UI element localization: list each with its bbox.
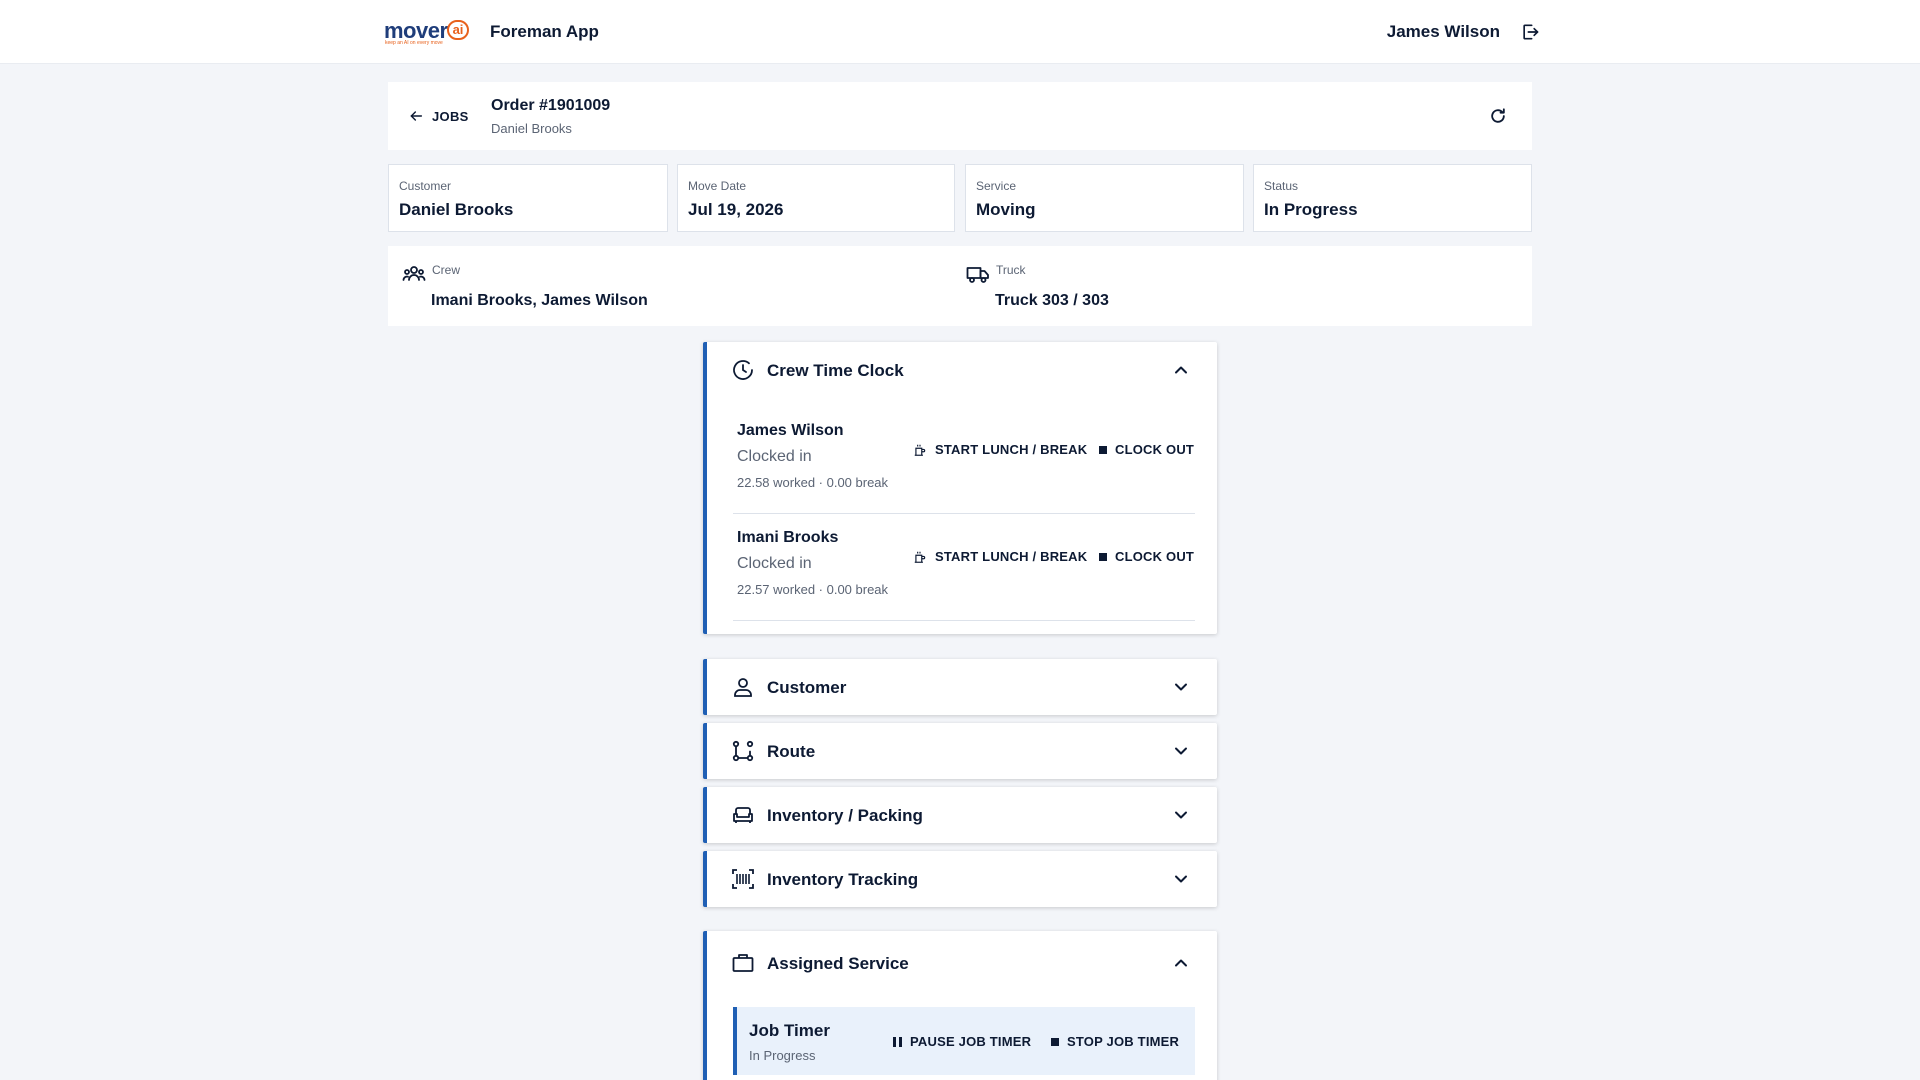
crew-member-name: Imani Brooks [737,529,839,546]
panel-title: Inventory Tracking [767,870,919,889]
crew-member-status: Clocked in [737,555,812,572]
panel-title: Customer [767,678,847,697]
group-icon [402,266,426,281]
barcode-icon [732,869,754,889]
status-tile: Status In Progress [1253,164,1532,232]
crew-label: Crew [432,263,461,277]
tile-value: In Progress [1264,200,1358,219]
crew-member-hours: 22.57 worked · 0.00 break [737,582,889,597]
order-title: Order #1901009 [491,97,611,114]
crew-value: Imani Brooks, James Wilson [431,292,648,309]
crew-time-clock-header[interactable]: Crew Time Clock [707,342,1217,398]
move-date-tile: Move Date Jul 19, 2026 [677,164,955,232]
arrow-left-icon [410,111,423,121]
app-bar: mover ai keep an AI on every move Forema… [0,0,1920,64]
logout-icon[interactable] [1520,22,1540,42]
panel-title: Route [767,742,816,761]
stop-label: STOP JOB TIMER [1067,1034,1180,1049]
panel-title: Crew Time Clock [767,361,904,380]
start-break-label: START LUNCH / BREAK [935,442,1088,457]
clock-out-label: CLOCK OUT [1115,549,1195,564]
refresh-icon[interactable] [1488,106,1508,126]
crew-member-row: Imani Brooks Clocked in 22.57 worked · 0… [733,515,1195,621]
inventory-packing-panel-header[interactable]: Inventory / Packing [707,787,1217,843]
assigned-service-panel: Assigned Service Job Timer In Progress P… [703,931,1217,1080]
assigned-service-header[interactable]: Assigned Service [707,931,1217,991]
job-timer-status: In Progress [749,1048,816,1063]
chevron-up-icon[interactable] [1171,953,1191,973]
tile-label: Status [1264,179,1299,193]
briefcase-icon [732,954,754,972]
tile-value: Moving [976,200,1036,219]
meal-icon [914,444,926,456]
start-lunch-break-button[interactable]: START LUNCH / BREAK [913,549,1087,564]
tile-label: Service [976,179,1017,193]
inventory-tracking-panel: Inventory Tracking [703,851,1217,907]
logo-ai-badge: ai [447,20,469,40]
tile-label: Customer [399,179,452,193]
panel-title: Assigned Service [767,954,909,973]
sofa-icon [733,807,753,823]
crew-member-row: James Wilson Clocked in 22.58 worked · 0… [733,408,1195,514]
route-icon [732,740,754,762]
stop-icon [1051,1037,1059,1046]
clock-icon [733,360,753,380]
crew-member-name: James Wilson [737,422,844,439]
inventory-tracking-panel-header[interactable]: Inventory Tracking [707,851,1217,907]
back-to-jobs-button[interactable]: JOBS [408,104,469,128]
stop-icon [1099,445,1107,454]
chevron-down-icon[interactable] [1171,869,1191,889]
service-tile: Service Moving [965,164,1244,232]
crew-member-hours: 22.58 worked · 0.00 break [737,475,889,490]
stop-job-timer-button[interactable]: STOP JOB TIMER [1051,1034,1179,1049]
truck-value: Truck 303 / 303 [995,292,1109,309]
pause-label: PAUSE JOB TIMER [910,1034,1032,1049]
start-lunch-break-button[interactable]: START LUNCH / BREAK [913,442,1087,457]
crew-truck-card: Crew Imani Brooks, James Wilson Truck Tr… [388,246,1532,326]
user-name: James Wilson [1386,22,1500,41]
logo-tagline: keep an AI on every move [385,40,443,46]
start-break-label: START LUNCH / BREAK [935,549,1088,564]
clock-out-button[interactable]: CLOCK OUT [1099,442,1194,457]
chevron-down-icon[interactable] [1171,677,1191,697]
job-timer-card: Job Timer In Progress PAUSE JOB TIMER ST… [733,1007,1195,1075]
person-icon [734,678,752,697]
clock-out-label: CLOCK OUT [1115,442,1195,457]
truck-icon [966,267,989,283]
pause-job-timer-button[interactable]: PAUSE JOB TIMER [893,1034,1031,1049]
customer-panel: Customer [703,659,1217,715]
route-panel-header[interactable]: Route [707,723,1217,779]
movera-logo[interactable]: mover ai keep an AI on every move [384,18,469,46]
tile-label: Move Date [688,179,747,193]
pause-icon [893,1036,902,1047]
crew-member-status: Clocked in [737,448,812,465]
job-timer-title: Job Timer [749,1021,830,1040]
customer-tile: Customer Daniel Brooks [388,164,668,232]
stop-icon [1099,552,1107,561]
chevron-up-icon[interactable] [1171,360,1191,380]
tile-value: Daniel Brooks [399,200,514,219]
back-button-label: JOBS [432,108,469,124]
crew-time-clock-panel: Crew Time Clock James Wilson Clocked in … [703,342,1217,634]
meal-icon [914,551,926,563]
inventory-packing-panel: Inventory / Packing [703,787,1217,843]
app-title: Foreman App [490,22,599,41]
tile-value: Jul 19, 2026 [688,200,784,219]
route-panel: Route [703,723,1217,779]
chevron-down-icon[interactable] [1171,741,1191,761]
chevron-down-icon[interactable] [1171,805,1191,825]
order-customer-name: Daniel Brooks [491,121,572,136]
panel-title: Inventory / Packing [767,806,923,825]
customer-panel-header[interactable]: Customer [707,659,1217,715]
truck-label: Truck [996,263,1026,277]
clock-out-button[interactable]: CLOCK OUT [1099,549,1194,564]
order-header: JOBS Order #1901009 Daniel Brooks [388,82,1532,150]
